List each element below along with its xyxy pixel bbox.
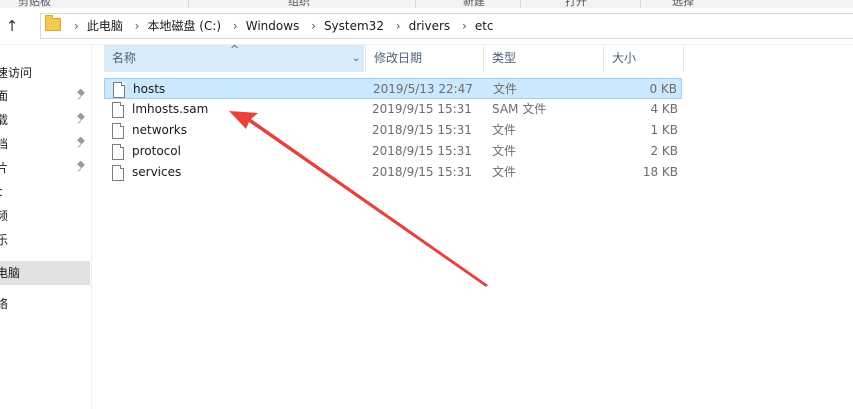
ribbon-group-new: 新建 (463, 0, 485, 8)
breadcrumb-this-pc[interactable]: 此电脑 (87, 19, 123, 33)
file-date: 2018/9/15 15:31 (372, 144, 472, 158)
column-header-date[interactable]: 修改日期 (366, 45, 484, 72)
file-icon (112, 144, 124, 160)
pin-icon (77, 162, 85, 172)
file-icon (112, 102, 124, 118)
file-row-services[interactable]: services 2018/9/15 15:31 文件 18 KB (104, 162, 682, 183)
breadcrumb-etc[interactable]: etc (475, 19, 494, 33)
file-name: lmhosts.sam (132, 102, 209, 116)
file-type: SAM 文件 (492, 102, 547, 116)
nav-item-music[interactable]: 乐 (0, 229, 90, 251)
address-bar[interactable]: › 此电脑 › 本地磁盘 (C:) › Windows › System32 › driv… (40, 13, 853, 39)
file-date: 2019/5/13 22:47 (373, 82, 473, 96)
file-icon (112, 123, 124, 139)
column-header-size[interactable]: 大小 (604, 45, 684, 72)
column-header-name[interactable]: 名称 ^ ⌄ (104, 43, 364, 72)
file-size: 18 KB (642, 165, 678, 179)
nav-item-quick-access[interactable]: 速访问 (0, 62, 90, 84)
nav-item-videos[interactable]: 频 (0, 205, 90, 227)
chevron-right-icon[interactable]: › (462, 19, 467, 33)
chevron-right-icon[interactable]: › (135, 19, 140, 33)
file-date: 2018/9/15 15:31 (372, 123, 472, 137)
nav-item-desktop[interactable]: 面 (0, 85, 90, 107)
file-size: 2 KB (650, 144, 678, 158)
pin-icon (77, 114, 85, 124)
breadcrumb: › 此电脑 › 本地磁盘 (C:) › Windows › System32 › driv… (66, 14, 494, 38)
sort-ascending-icon: ^ (230, 43, 240, 56)
file-size: 0 KB (649, 82, 677, 96)
nav-item-network[interactable]: 络 (0, 293, 90, 315)
breadcrumb-drivers[interactable]: drivers (409, 19, 451, 33)
file-row-lmhosts[interactable]: lmhosts.sam 2019/9/15 15:31 SAM 文件 4 KB (104, 99, 682, 120)
file-row-networks[interactable]: networks 2018/9/15 15:31 文件 1 KB (104, 120, 682, 141)
file-name: hosts (133, 82, 166, 96)
file-icon (112, 165, 124, 181)
file-type: 文件 (493, 82, 518, 96)
file-name: services (132, 165, 182, 179)
file-size: 1 KB (650, 123, 678, 137)
column-header-type[interactable]: 类型 (484, 45, 604, 72)
ribbon-group-open: 打开 (565, 0, 587, 8)
file-date: 2019/9/15 15:31 (372, 102, 472, 116)
breadcrumb-system32[interactable]: System32 (324, 19, 384, 33)
file-date: 2018/9/15 15:31 (372, 165, 472, 179)
file-type: 文件 (492, 144, 517, 158)
breadcrumb-local-disk[interactable]: 本地磁盘 (C:) (147, 19, 221, 33)
pin-icon (77, 138, 85, 148)
chevron-down-icon[interactable]: ⌄ (352, 45, 360, 72)
chevron-right-icon[interactable]: › (311, 19, 316, 33)
file-name: networks (132, 123, 187, 137)
address-row: ↑ › 此电脑 › 本地磁盘 (C:) › Windows › System32 › dr… (0, 8, 853, 45)
folder-icon (45, 15, 61, 31)
pin-icon (77, 90, 85, 100)
ribbon-group-select: 选择 (672, 0, 694, 8)
navigation-pane: 速访问 面 载 档 片 c 频 乐 电脑 络 (0, 45, 92, 409)
chevron-right-icon[interactable]: › (74, 19, 79, 33)
nav-item-downloads[interactable]: 载 (0, 109, 90, 131)
nav-item-etc[interactable]: c (0, 181, 90, 203)
file-row-protocol[interactable]: protocol 2018/9/15 15:31 文件 2 KB (104, 141, 682, 162)
file-icon (113, 82, 125, 98)
file-type: 文件 (492, 165, 517, 179)
chevron-right-icon[interactable]: › (396, 19, 401, 33)
file-row-hosts[interactable]: hosts 2019/5/13 22:47 文件 0 KB (104, 78, 682, 99)
nav-item-pictures[interactable]: 片 (0, 157, 90, 179)
nav-item-documents[interactable]: 档 (0, 133, 90, 155)
file-type: 文件 (492, 123, 517, 137)
ribbon-group-labels: 剪贴板 组织 新建 打开 选择 (0, 0, 853, 8)
column-header-row: 名称 ^ ⌄ 修改日期 类型 大小 (104, 43, 684, 72)
chevron-right-icon[interactable]: › (233, 19, 238, 33)
breadcrumb-windows[interactable]: Windows (246, 19, 300, 33)
file-size: 4 KB (650, 102, 678, 116)
ribbon-group-clipboard: 剪贴板 (18, 0, 51, 8)
up-arrow-icon[interactable]: ↑ (4, 16, 20, 36)
ribbon-group-organize: 组织 (288, 0, 310, 8)
nav-item-this-pc[interactable]: 电脑 (0, 261, 90, 285)
file-name: protocol (132, 144, 181, 158)
